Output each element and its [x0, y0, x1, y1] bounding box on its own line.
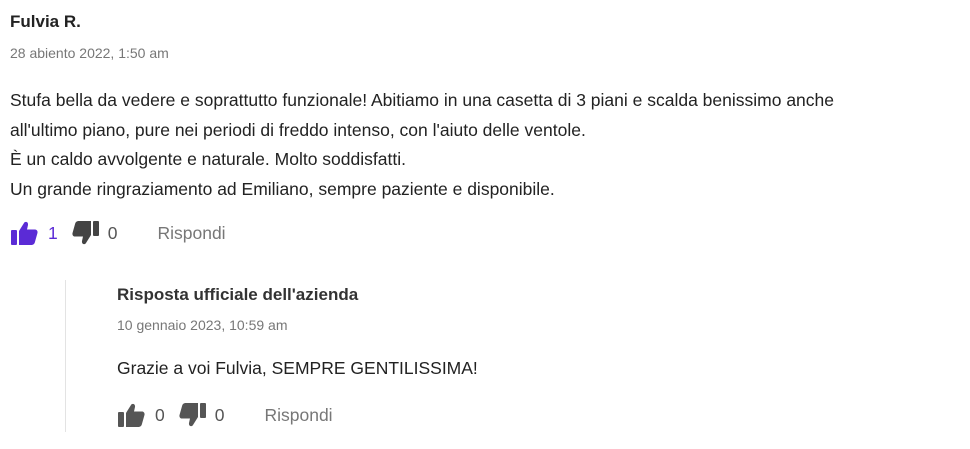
- reply-author: Risposta ufficiale dell'azienda: [117, 285, 359, 304]
- thumbs-up-icon: [117, 402, 145, 428]
- reply-date: 10 gennaio 2023, 10:59 am: [117, 317, 288, 333]
- review-body-line: Un grande ringraziamento ad Emiliano, se…: [10, 178, 555, 199]
- reply-actions: 0 0 Rispondi: [117, 401, 333, 429]
- like-count: 1: [48, 222, 58, 243]
- thumbs-down-icon: [179, 402, 207, 428]
- review-body-line: È un caldo avvolgente e naturale. Molto …: [10, 149, 406, 169]
- review-body-line: Stufa bella da vedere e soprattutto funz…: [10, 90, 835, 110]
- review-body-line: all'ultimo piano, pure nei periodi di fr…: [10, 119, 586, 140]
- review-date: 28 abiento 2022, 1:50 am: [10, 45, 169, 61]
- review-actions: 1 0 Rispondi: [10, 219, 226, 247]
- review-body: Stufa bella da vedere e soprattutto funz…: [10, 86, 834, 204]
- dislike-button[interactable]: 0: [72, 220, 118, 246]
- review-author: Fulvia R.: [10, 12, 81, 31]
- reply-like-button[interactable]: 0: [117, 402, 165, 428]
- reply-like-count: 0: [155, 404, 165, 425]
- thumbs-up-icon: [10, 220, 38, 246]
- reply-text: Grazie a voi Fulvia, SEMPRE GENTILISSIMA…: [117, 358, 478, 378]
- reply-button[interactable]: Rispondi: [157, 223, 225, 244]
- reply-reply-button[interactable]: Rispondi: [264, 405, 332, 426]
- reply-dislike-button[interactable]: 0: [179, 402, 225, 428]
- thumbs-down-icon: [72, 220, 100, 246]
- company-reply: Risposta ufficiale dell'azienda 10 genna…: [65, 280, 946, 432]
- reply-dislike-count: 0: [214, 404, 225, 425]
- dislike-count: 0: [107, 222, 118, 243]
- like-button[interactable]: 1: [10, 220, 58, 246]
